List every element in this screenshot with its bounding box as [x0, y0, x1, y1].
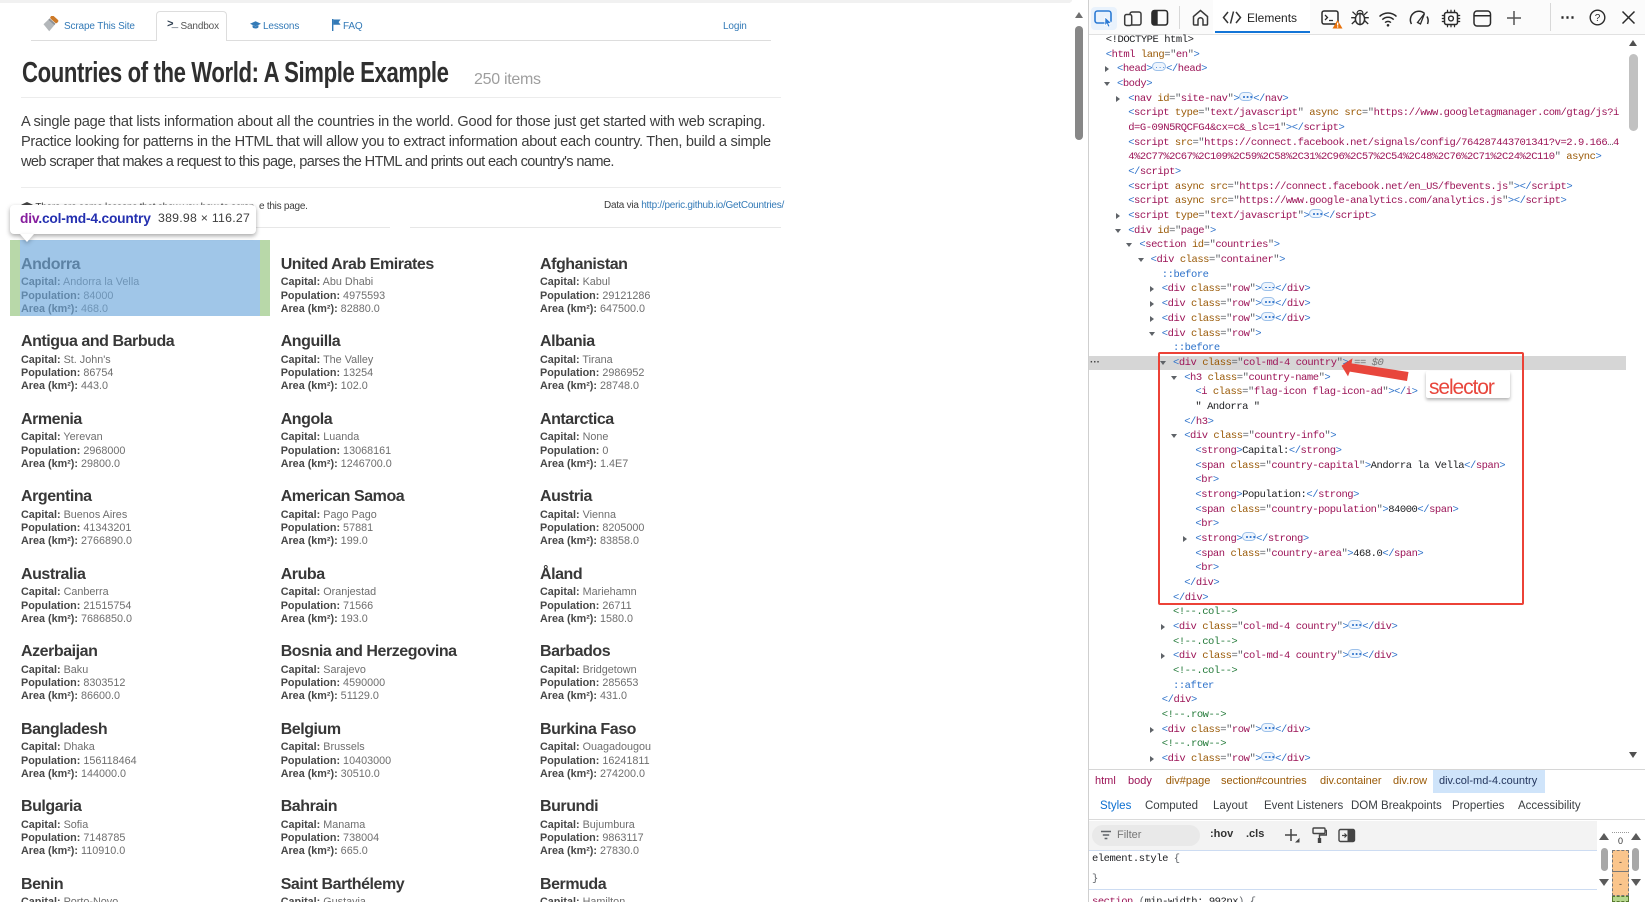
- svg-text:?: ?: [1595, 13, 1601, 24]
